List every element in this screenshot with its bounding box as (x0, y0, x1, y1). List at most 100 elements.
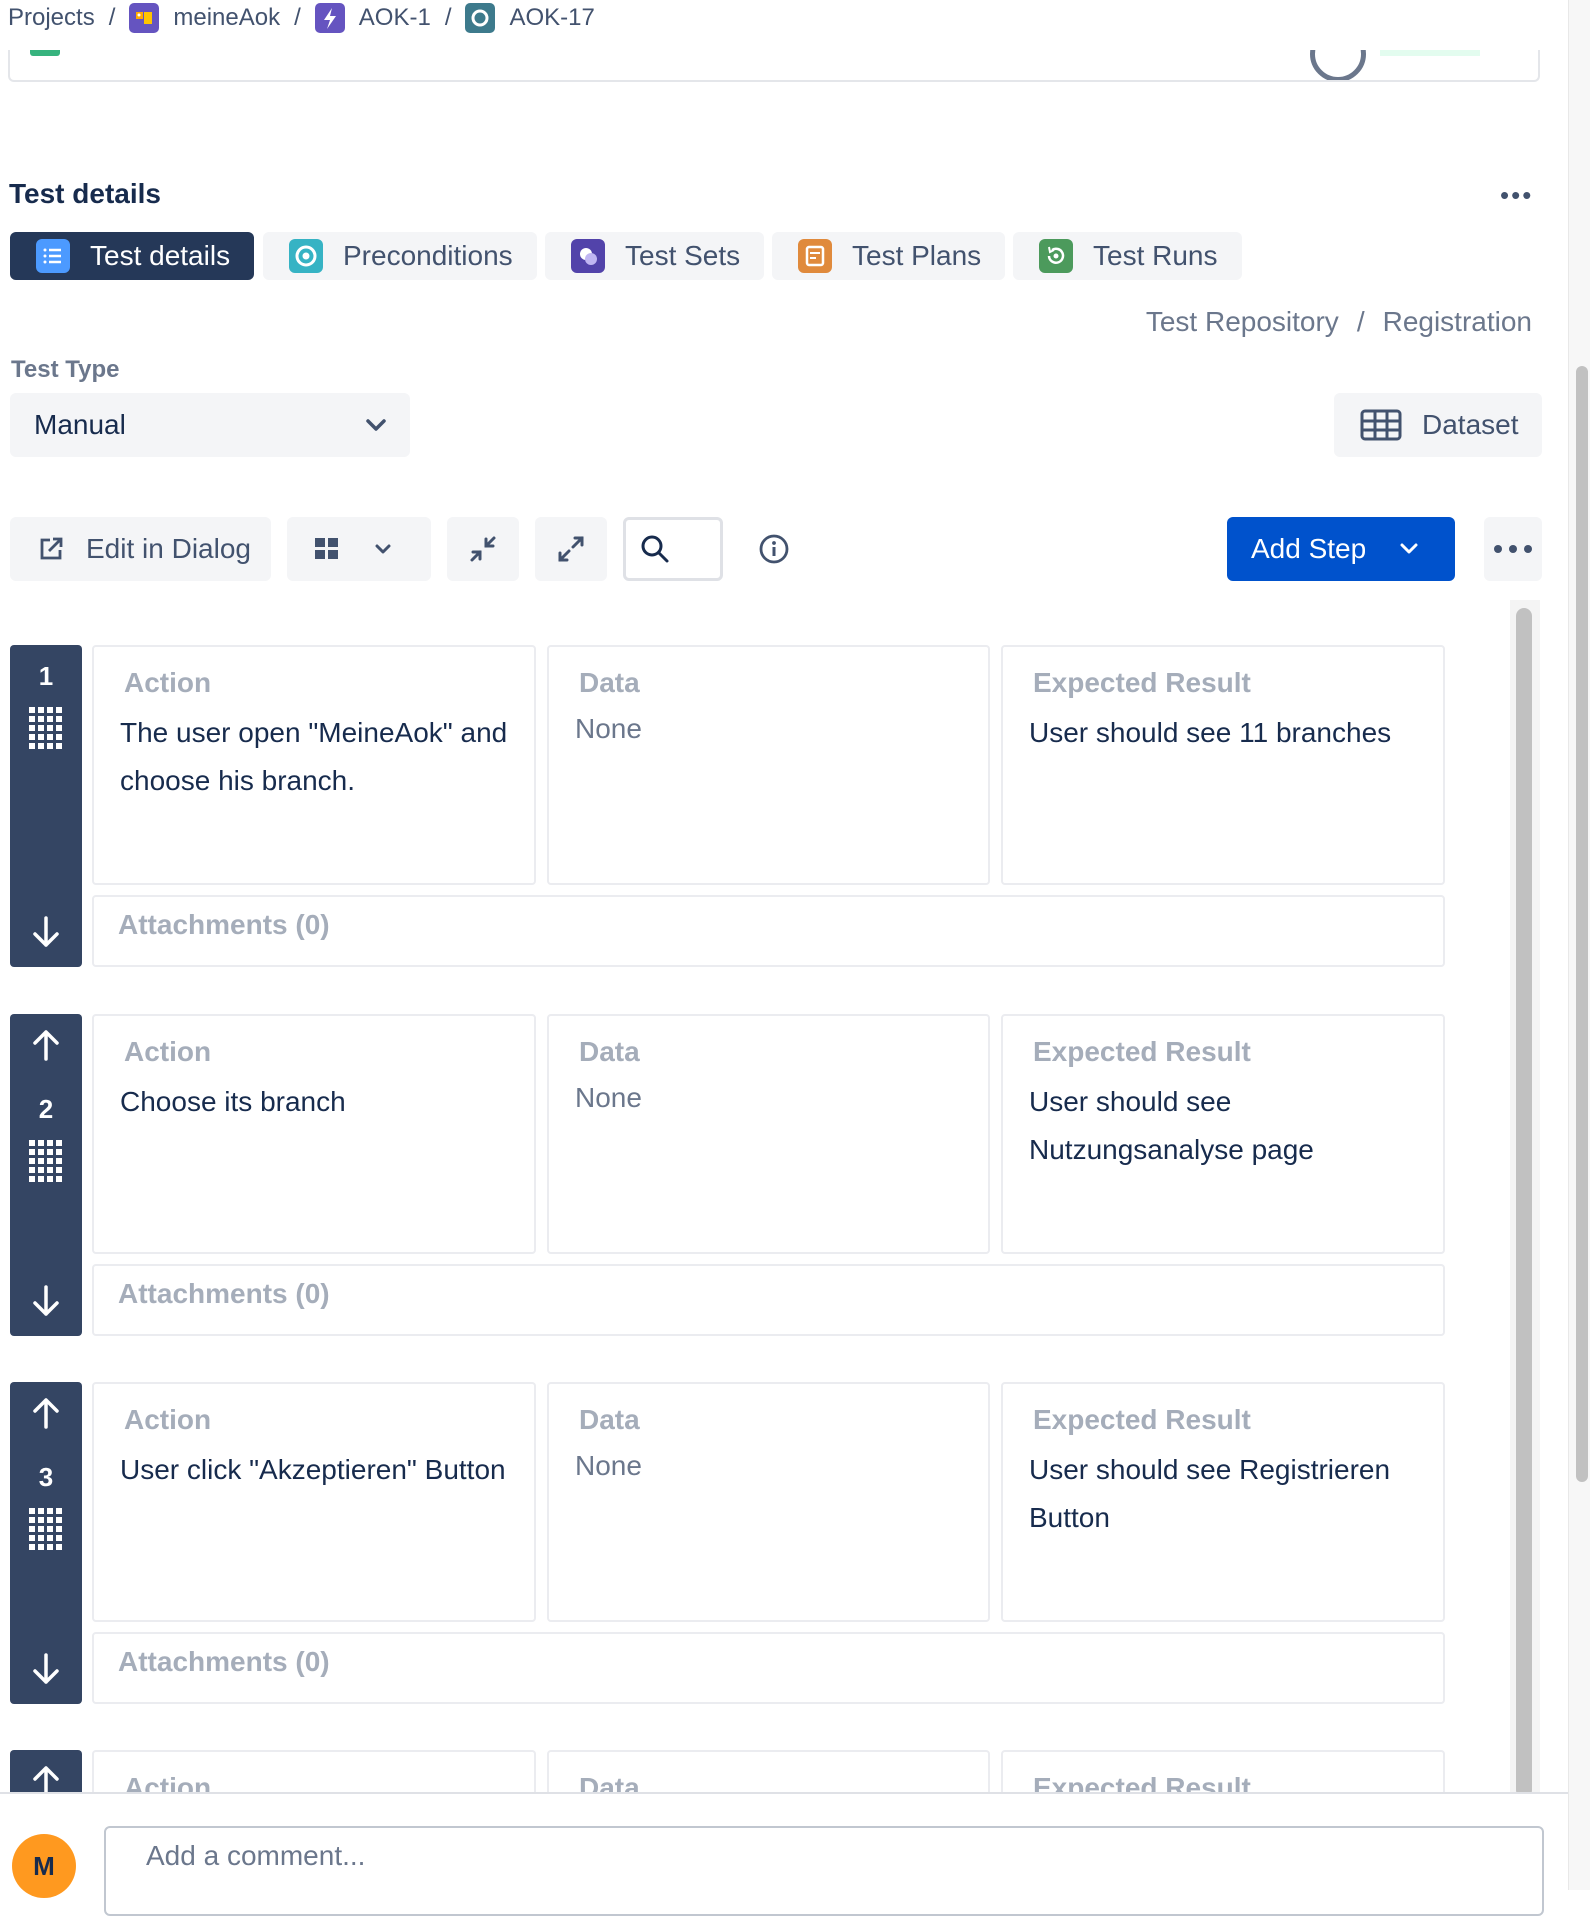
table-grid-icon (1360, 409, 1402, 441)
step-action-cell[interactable]: Action (92, 1750, 536, 1792)
step-attachments[interactable]: Attachments (0) (92, 1264, 1445, 1336)
tab-test-runs[interactable]: Test Runs (1013, 232, 1242, 280)
tab-test-details[interactable]: Test details (10, 232, 255, 280)
breadcrumb-projects[interactable]: Projects (8, 4, 95, 32)
step-expected-cell[interactable]: Expected Result User should see Registri… (1001, 1382, 1445, 1622)
external-link-icon (40, 537, 63, 560)
action-header: Action (124, 1036, 212, 1067)
data-header: Data (579, 1404, 640, 1435)
step-expected-text: User should see Nutzungsanalyse page (1029, 1086, 1314, 1165)
search-input[interactable] (623, 517, 723, 581)
move-up-arrow-icon[interactable] (30, 1396, 62, 1430)
repository-folder-link[interactable]: Registration (1383, 306, 1532, 337)
move-down-arrow-icon[interactable] (30, 1284, 62, 1318)
step-expected-cell[interactable]: Expected Result User should see Nutzungs… (1001, 1014, 1445, 1254)
data-header: Data (579, 1036, 640, 1067)
attachments-label: Attachments (0) (118, 1278, 330, 1309)
expected-header: Expected Result (1033, 1404, 1251, 1435)
step-data-cell[interactable]: Data None (547, 1382, 990, 1622)
test-issue-icon (465, 3, 496, 33)
breadcrumb-separator: / (294, 4, 301, 31)
step-attachments[interactable]: Attachments (0) (92, 1632, 1445, 1704)
breadcrumb-epic[interactable]: AOK-1 (359, 4, 431, 32)
step-expected-cell[interactable]: Expected Result User should see 11 branc… (1001, 645, 1445, 885)
step-data-cell[interactable]: Data (547, 1750, 990, 1792)
step-data-cell[interactable]: Data None (547, 1014, 990, 1254)
expected-header: Expected Result (1033, 1036, 1251, 1067)
more-dots-icon (1494, 545, 1532, 553)
step-action-text: The user open "MeineAok" and choose his … (120, 717, 508, 796)
section-more-icon[interactable]: ••• (1500, 180, 1533, 211)
edit-in-dialog-button[interactable]: Edit in Dialog (10, 517, 271, 581)
test-type-select[interactable]: Manual (10, 393, 410, 457)
tab-label: Test Runs (1093, 240, 1218, 271)
grid-layout-icon (315, 538, 338, 559)
move-up-arrow-icon[interactable] (30, 1764, 62, 1792)
tab-label: Test Plans (852, 240, 982, 271)
move-up-arrow-icon[interactable] (30, 1028, 62, 1062)
expand-all-button[interactable] (535, 517, 607, 581)
step-data-cell[interactable]: Data None (547, 645, 990, 885)
step-action-text: User click "Akzeptieren" Button (120, 1454, 506, 1485)
step-number: 1 (38, 661, 54, 691)
precondition-icon (289, 239, 323, 273)
tab-label: Test details (90, 240, 231, 271)
step-data-text: None (575, 1450, 642, 1481)
collapse-arrows-icon (470, 536, 496, 562)
add-step-button[interactable]: Add Step (1227, 517, 1455, 581)
action-header: Action (124, 1404, 212, 1435)
epic-lightning-icon (314, 3, 345, 33)
more-actions-button[interactable] (1484, 517, 1542, 581)
tab-test-plans[interactable]: Test Plans (772, 232, 1006, 280)
page-scrollbar-thumb[interactable] (1576, 366, 1588, 1482)
drag-handle-icon[interactable] (27, 1506, 65, 1556)
step-action-cell[interactable]: Action The user open "MeineAok" and choo… (92, 645, 536, 885)
edit-in-dialog-label: Edit in Dialog (86, 533, 251, 564)
repository-root-link[interactable]: Test Repository (1146, 306, 1339, 337)
layout-switch-button[interactable] (287, 517, 431, 581)
tab-preconditions[interactable]: Preconditions (263, 232, 537, 280)
test-type-value: Manual (34, 409, 126, 440)
step-expected-text: User should see 11 branches (1029, 717, 1392, 748)
path-separator: / (1356, 306, 1365, 337)
action-header: Action (124, 667, 212, 698)
breadcrumb-project[interactable]: meineAok (173, 4, 280, 32)
step-rail[interactable]: 1 (10, 645, 82, 967)
comment-input[interactable]: Add a comment... (104, 1826, 1544, 1916)
step-action-text: Choose its branch (120, 1086, 346, 1117)
step-action-cell[interactable]: Action User click "Akzeptieren" Button (92, 1382, 536, 1622)
test-sets-icon (571, 239, 605, 273)
avatar[interactable]: M (12, 1834, 76, 1898)
step-attachments[interactable]: Attachments (0) (92, 895, 1445, 967)
breadcrumb: Projects / meineAok / AOK-1 / AOK-17 (0, 0, 1568, 50)
step-number: 3 (38, 1462, 54, 1492)
linked-issue-row-partial (8, 46, 1540, 82)
attachments-label: Attachments (0) (118, 1646, 330, 1677)
step-data-text: None (575, 713, 642, 744)
step-expected-cell[interactable]: Expected Result (1001, 1750, 1445, 1792)
data-header: Data (579, 667, 640, 698)
test-plans-icon (798, 239, 832, 273)
data-header: Data (579, 1772, 640, 1792)
step-action-cell[interactable]: Action Choose its branch (92, 1014, 536, 1254)
step-rail[interactable]: 3 (10, 1382, 82, 1704)
dataset-button[interactable]: Dataset (1334, 393, 1542, 457)
expected-header: Expected Result (1033, 1772, 1251, 1792)
assignee-avatar (1310, 46, 1366, 80)
add-step-label: Add Step (1251, 533, 1367, 564)
step-rail[interactable]: 2 (10, 1014, 82, 1336)
breadcrumb-issue[interactable]: AOK-17 (509, 4, 594, 32)
move-down-arrow-icon[interactable] (30, 915, 62, 949)
info-icon[interactable] (757, 532, 791, 566)
dataset-label: Dataset (1422, 409, 1519, 440)
drag-handle-icon[interactable] (27, 705, 65, 755)
move-down-arrow-icon[interactable] (30, 1652, 62, 1686)
step-rail[interactable] (10, 1750, 82, 1792)
list-icon (36, 239, 70, 273)
collapse-all-button[interactable] (447, 517, 519, 581)
chevron-down-icon (375, 544, 391, 554)
breadcrumb-separator: / (108, 4, 116, 31)
drag-handle-icon[interactable] (27, 1138, 65, 1188)
action-header: Action (124, 1772, 212, 1792)
tab-test-sets[interactable]: Test Sets (545, 232, 765, 280)
